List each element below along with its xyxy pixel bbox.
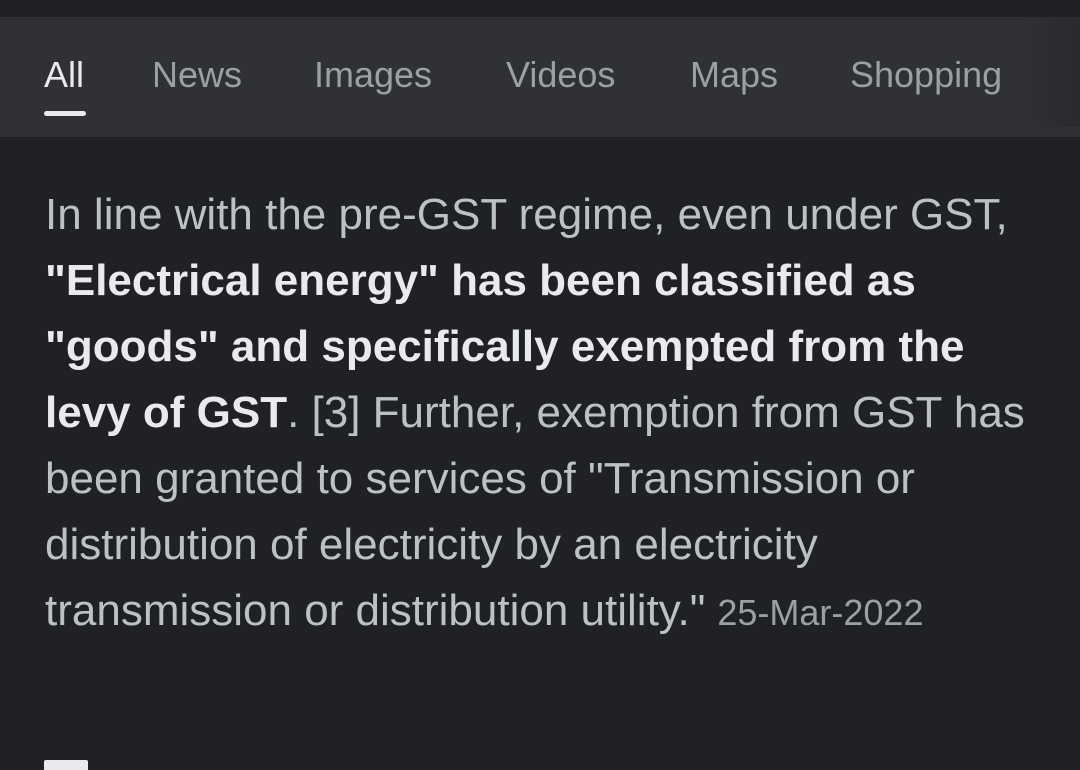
- tab-all[interactable]: All: [44, 53, 84, 97]
- active-tab-indicator: [44, 111, 86, 116]
- tabbar-scroll-fade: [1020, 17, 1080, 127]
- snippet-text-start: In line with the pre-GST regime, even un…: [45, 190, 1008, 239]
- tab-images[interactable]: Images: [314, 53, 432, 97]
- source-favicon[interactable]: [44, 760, 88, 770]
- featured-snippet-text: In line with the pre-GST regime, even un…: [45, 182, 1045, 646]
- status-strip: [0, 0, 1080, 17]
- search-tabs-bar: All News Images Videos Maps Shopping: [0, 17, 1080, 137]
- tab-shopping[interactable]: Shopping: [850, 53, 1002, 97]
- tab-maps[interactable]: Maps: [690, 53, 778, 97]
- tab-videos[interactable]: Videos: [506, 53, 615, 97]
- snippet-date: 25-Mar-2022: [717, 592, 924, 633]
- tab-news[interactable]: News: [152, 53, 242, 97]
